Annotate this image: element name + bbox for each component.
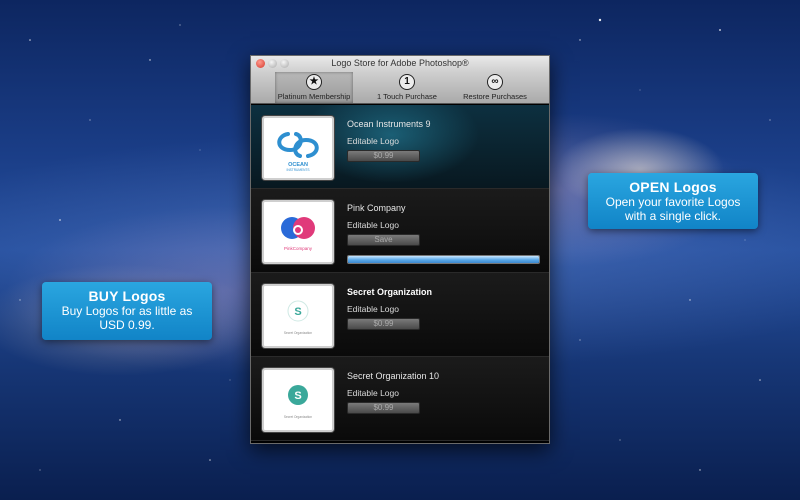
restore-purchases-label: Restore Purchases bbox=[463, 92, 527, 101]
infinity-icon: ∞ bbox=[487, 74, 503, 90]
logo-thumbnail[interactable]: OCEAN INSTRUMENTS bbox=[262, 116, 334, 180]
item-sublabel: Editable Logo bbox=[347, 304, 399, 314]
open-logos-line-2: with a single click. bbox=[624, 209, 722, 223]
price-button[interactable]: $0.99 bbox=[347, 402, 420, 414]
progress-fill bbox=[348, 256, 539, 263]
pink-company-logo-icon: PinkCompany bbox=[281, 217, 315, 251]
logo-thumbnail[interactable]: S Secret Organization bbox=[262, 284, 334, 348]
buy-logos-line-2: USD 0.99. bbox=[99, 318, 155, 332]
ocean-logo-icon: OCEAN INSTRUMENTS bbox=[277, 132, 319, 172]
item-name: Ocean Instruments 9 bbox=[347, 119, 431, 129]
secret10-logo-letter: S bbox=[294, 390, 301, 402]
secret-organization-logo-icon: S Secret Organization bbox=[284, 300, 312, 335]
item-name: Pink Company bbox=[347, 203, 406, 213]
list-item-secret-organization-10[interactable]: S Secret Organization Secret Organizatio… bbox=[251, 357, 549, 441]
app-window: Logo Store for Adobe Photoshop® ★ Platin… bbox=[250, 55, 550, 444]
logo-list: OCEAN INSTRUMENTS Ocean Instruments 9 Ed… bbox=[251, 105, 549, 441]
list-item-secret-organization[interactable]: S Secret Organization Secret Organizatio… bbox=[251, 273, 549, 357]
platinum-membership-button[interactable]: ★ Platinum Membership bbox=[275, 72, 353, 103]
one-touch-icon: 1 bbox=[399, 74, 415, 90]
restore-purchases-button[interactable]: ∞ Restore Purchases bbox=[455, 72, 535, 103]
secret-organization-10-logo-icon: S Secret Organization bbox=[284, 385, 312, 419]
price-button[interactable]: $0.99 bbox=[347, 318, 420, 330]
secret10-logo-caption: Secret Organization bbox=[284, 415, 312, 419]
open-logos-title: OPEN Logos bbox=[629, 179, 717, 195]
one-touch-purchase-label: 1 Touch Purchase bbox=[377, 92, 437, 101]
item-sublabel: Editable Logo bbox=[347, 388, 399, 398]
open-logos-callout: OPEN Logos Open your favorite Logos with… bbox=[588, 173, 758, 229]
item-sublabel: Editable Logo bbox=[347, 136, 399, 146]
save-button[interactable]: Save bbox=[347, 234, 420, 246]
logo-thumbnail[interactable]: S Secret Organization bbox=[262, 368, 334, 432]
star-icon: ★ bbox=[306, 74, 322, 90]
window-titlebar[interactable]: Logo Store for Adobe Photoshop® bbox=[251, 56, 549, 72]
toolbar: ★ Platinum Membership 1 1 Touch Purchase… bbox=[251, 72, 549, 104]
price-button[interactable]: $0.99 bbox=[347, 150, 420, 162]
download-progress-bar bbox=[347, 255, 540, 264]
buy-logos-title: BUY Logos bbox=[88, 288, 166, 304]
item-name: Secret Organization bbox=[347, 287, 433, 297]
ocean-logo-subcaption: INSTRUMENTS bbox=[286, 168, 309, 172]
list-item-ocean-instruments-9[interactable]: OCEAN INSTRUMENTS Ocean Instruments 9 Ed… bbox=[251, 105, 549, 189]
item-sublabel: Editable Logo bbox=[347, 220, 399, 230]
pink-logo-caption: PinkCompany bbox=[284, 246, 313, 251]
item-name: Secret Organization 10 bbox=[347, 371, 440, 381]
window-title: Logo Store for Adobe Photoshop® bbox=[331, 58, 469, 68]
list-item-pink-company[interactable]: PinkCompany Pink Company Editable Logo S… bbox=[251, 189, 549, 273]
secret-logo-caption: Secret Organization bbox=[284, 331, 312, 335]
buy-logos-callout: BUY Logos Buy Logos for as little as USD… bbox=[42, 282, 212, 340]
one-touch-purchase-button[interactable]: 1 1 Touch Purchase bbox=[369, 72, 445, 103]
logo-thumbnail[interactable]: PinkCompany bbox=[262, 200, 334, 264]
platinum-membership-label: Platinum Membership bbox=[277, 92, 351, 101]
open-logos-line-1: Open your favorite Logos bbox=[605, 195, 741, 209]
secret-logo-letter: S bbox=[294, 306, 301, 318]
buy-logos-line-1: Buy Logos for as little as bbox=[61, 304, 193, 318]
